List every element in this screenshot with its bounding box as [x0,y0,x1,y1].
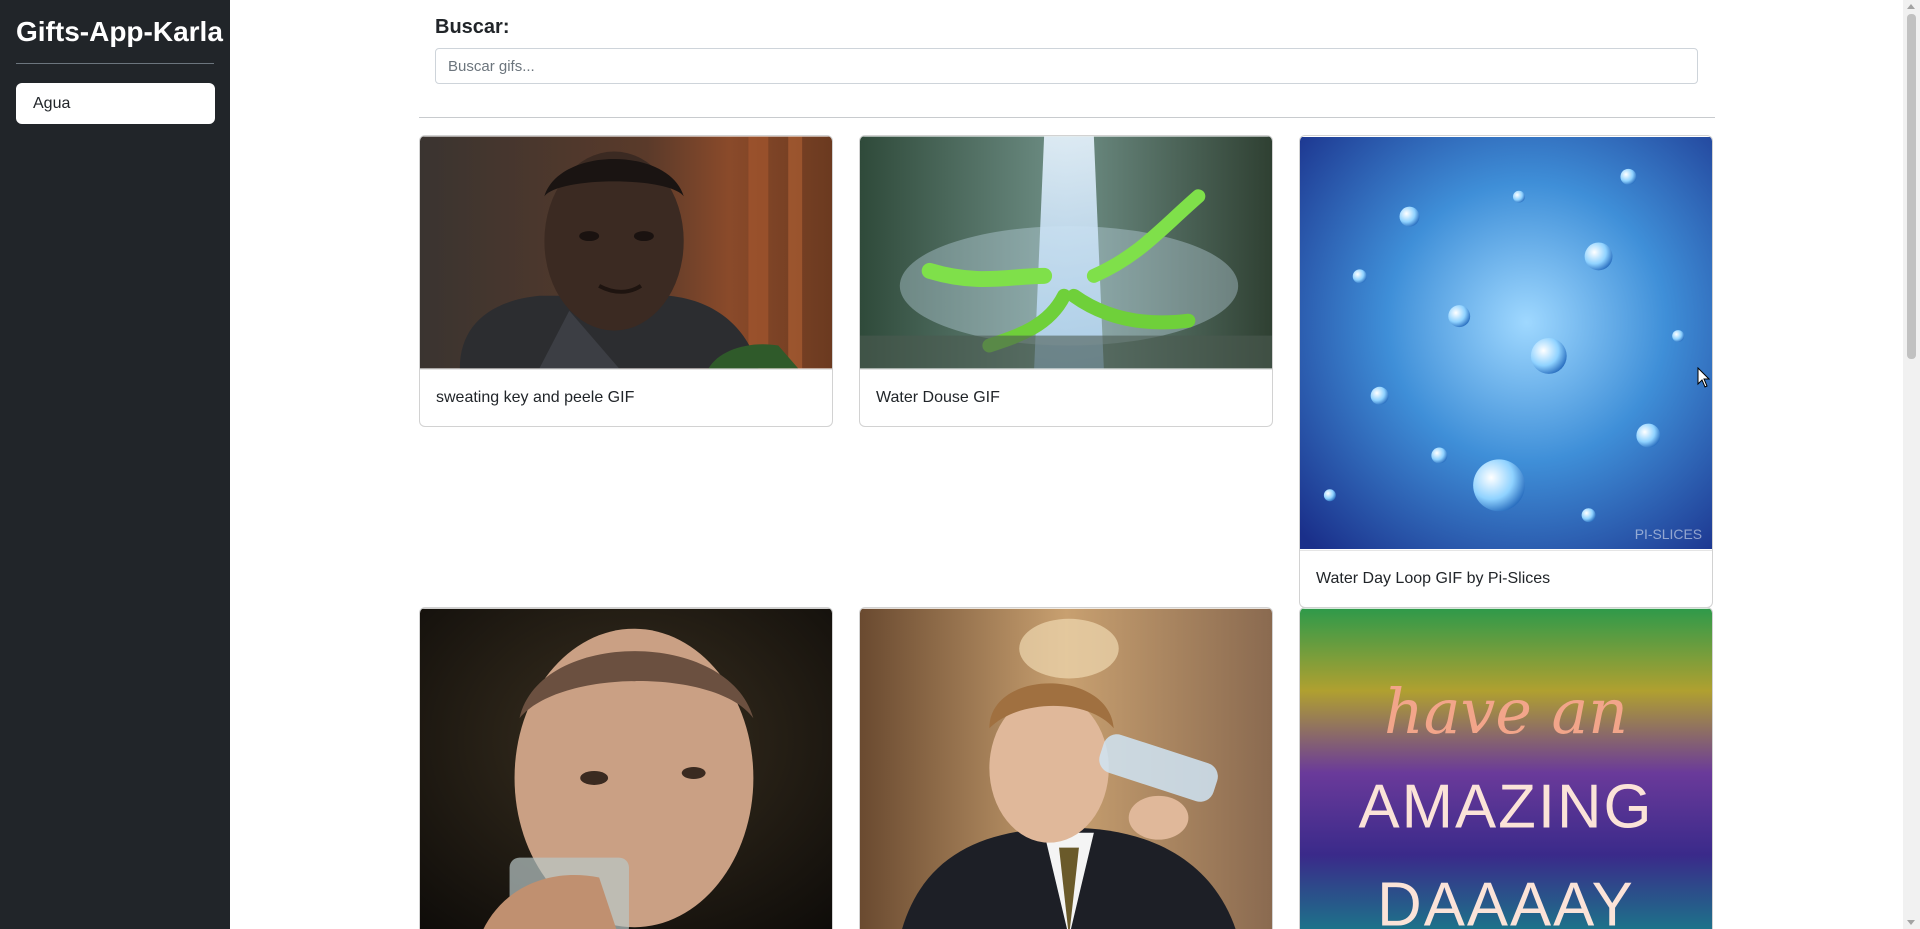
scroll-down-icon[interactable] [1907,920,1915,925]
gif-title: Water Douse GIF [860,369,1272,426]
app-root: Gifts-App-Karla Agua Buscar: Buscar gifs… [0,0,1920,929]
search-label: Buscar: [435,16,510,38]
image-text-line-3: DAAAAY [1377,870,1635,929]
image-text-line-1: have an [1384,676,1628,748]
gif-image-sweating [420,136,832,369]
content-divider [419,117,1715,118]
scroll-thumb[interactable] [1907,14,1916,359]
gif-image-amazing-day: have an AMAZING DAAAAY [1300,608,1712,929]
scroll-up-icon[interactable] [1907,4,1915,9]
page-scrollbar[interactable] [1903,0,1920,929]
gif-card[interactable] [859,607,1273,929]
sidebar: Gifts-App-Karla Agua [0,0,230,929]
search-input[interactable] [435,48,1698,84]
app-title: Gifts-App-Karla [16,16,223,47]
gif-card[interactable] [419,607,833,929]
gif-title: sweating key and peele GIF [420,369,832,426]
gif-card[interactable]: Water Douse GIF [859,135,1273,427]
image-text-line-2: AMAZING [1359,773,1654,842]
gif-card[interactable]: PI-SLICES Water Day Loop GIF by Pi-Slice… [1299,135,1713,608]
sidebar-divider [16,63,214,64]
mouse-cursor-icon [1697,367,1711,388]
gif-image-water-day-loop: PI-SLICES [1300,137,1712,549]
gif-card[interactable]: have an AMAZING DAAAAY [1299,607,1713,929]
watermark: PI-SLICES [1635,526,1702,542]
gif-image-water-douse [860,136,1272,369]
gif-image-drinking-man [420,608,832,929]
sidebar-item-agua[interactable]: Agua [16,83,215,124]
gif-card[interactable]: sweating key and peele GIF [419,135,833,427]
gif-image-water-bottle [860,608,1272,929]
gif-title: Water Day Loop GIF by Pi-Slices [1300,550,1712,607]
